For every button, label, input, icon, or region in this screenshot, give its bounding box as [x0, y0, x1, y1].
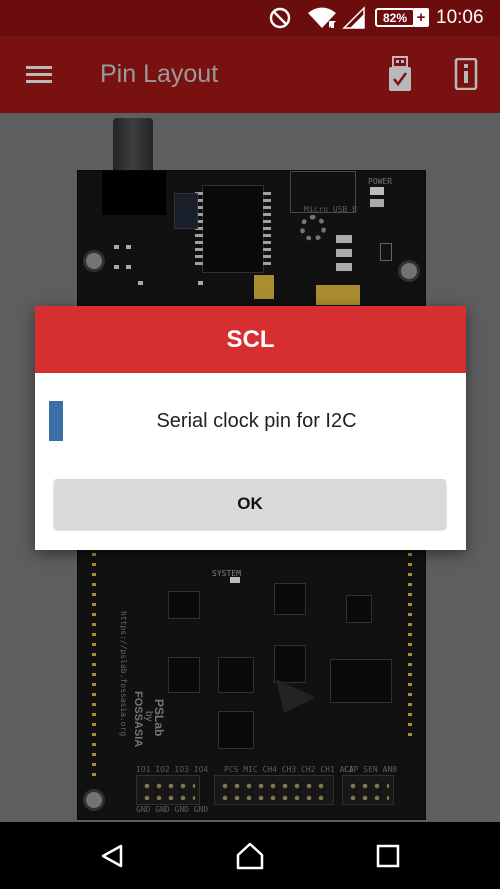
info-card-icon[interactable]	[454, 57, 478, 91]
do-not-disturb-icon	[268, 0, 292, 36]
back-icon[interactable]	[92, 836, 132, 876]
cellular-signal-icon	[342, 0, 366, 36]
dialog-title: SCL	[226, 325, 275, 353]
clock: 10:06	[436, 7, 484, 28]
recent-apps-icon[interactable]	[368, 836, 408, 876]
dialog-header: SCL	[35, 306, 466, 373]
pin-info-dialog: SCL Serial clock pin for I2C OK	[35, 306, 466, 550]
dialog-message: Serial clock pin for I2C	[156, 410, 357, 432]
ok-button[interactable]: OK	[54, 479, 446, 529]
home-icon[interactable]	[230, 836, 270, 876]
navigation-bar	[0, 822, 500, 889]
screen: 82% + 10:06 Pin Layout Micro USB B POWER…	[0, 0, 500, 889]
battery-icon: 82%	[375, 8, 415, 27]
menu-icon[interactable]	[24, 60, 54, 90]
battery-charging-icon: +	[413, 8, 429, 27]
wifi-icon	[306, 0, 338, 36]
usb-connected-icon[interactable]	[386, 56, 414, 92]
battery-percent: 82%	[382, 10, 408, 25]
status-bar: 82% + 10:06	[0, 0, 500, 36]
app-toolbar: Pin Layout	[0, 36, 500, 113]
page-title: Pin Layout	[100, 60, 219, 88]
